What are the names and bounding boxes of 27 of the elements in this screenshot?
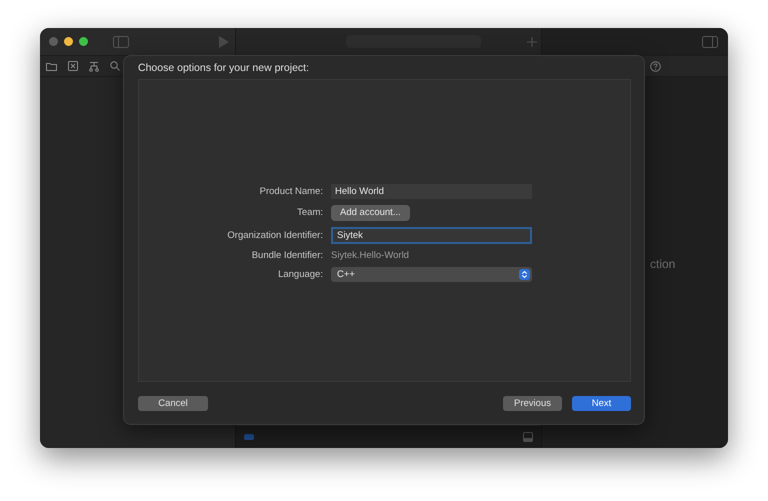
- field-label: Product Name:: [258, 186, 323, 196]
- field-label: Organization Identifier:: [226, 230, 323, 240]
- field-label: Language:: [277, 268, 323, 280]
- field-label: Bundle Identifier:: [250, 250, 323, 260]
- x-square-icon[interactable]: [68, 61, 78, 71]
- dialog-title: Choose options for your new project:: [138, 62, 310, 76]
- close-icon[interactable]: [49, 37, 58, 46]
- field-label: Team:: [296, 207, 323, 218]
- field-value: Siytek.Hello-World: [331, 250, 410, 260]
- dialog-button[interactable]: Previous: [503, 396, 562, 411]
- text-field[interactable]: Siytek: [331, 226, 532, 244]
- minimize-icon[interactable]: [64, 37, 73, 46]
- search-icon[interactable]: [110, 61, 120, 71]
- help-icon[interactable]: [650, 60, 661, 72]
- text-field[interactable]: Hello World: [331, 184, 532, 198]
- language-popup[interactable]: C++: [331, 266, 532, 282]
- dialog-button[interactable]: Next: [572, 396, 631, 411]
- inspector-icon[interactable]: [702, 36, 718, 48]
- sidebar-icon[interactable]: [113, 36, 129, 48]
- add-account-button[interactable]: Add account...: [331, 204, 410, 220]
- folder-icon[interactable]: [46, 62, 57, 70]
- up-down-arrows-icon[interactable]: [519, 268, 530, 280]
- hierarchy-icon[interactable]: [89, 60, 99, 72]
- zoom-icon[interactable]: [79, 37, 88, 46]
- inspector-placeholder-text: ction: [650, 256, 676, 270]
- panel-icon[interactable]: [523, 432, 533, 442]
- dialog-button[interactable]: Cancel: [138, 396, 208, 411]
